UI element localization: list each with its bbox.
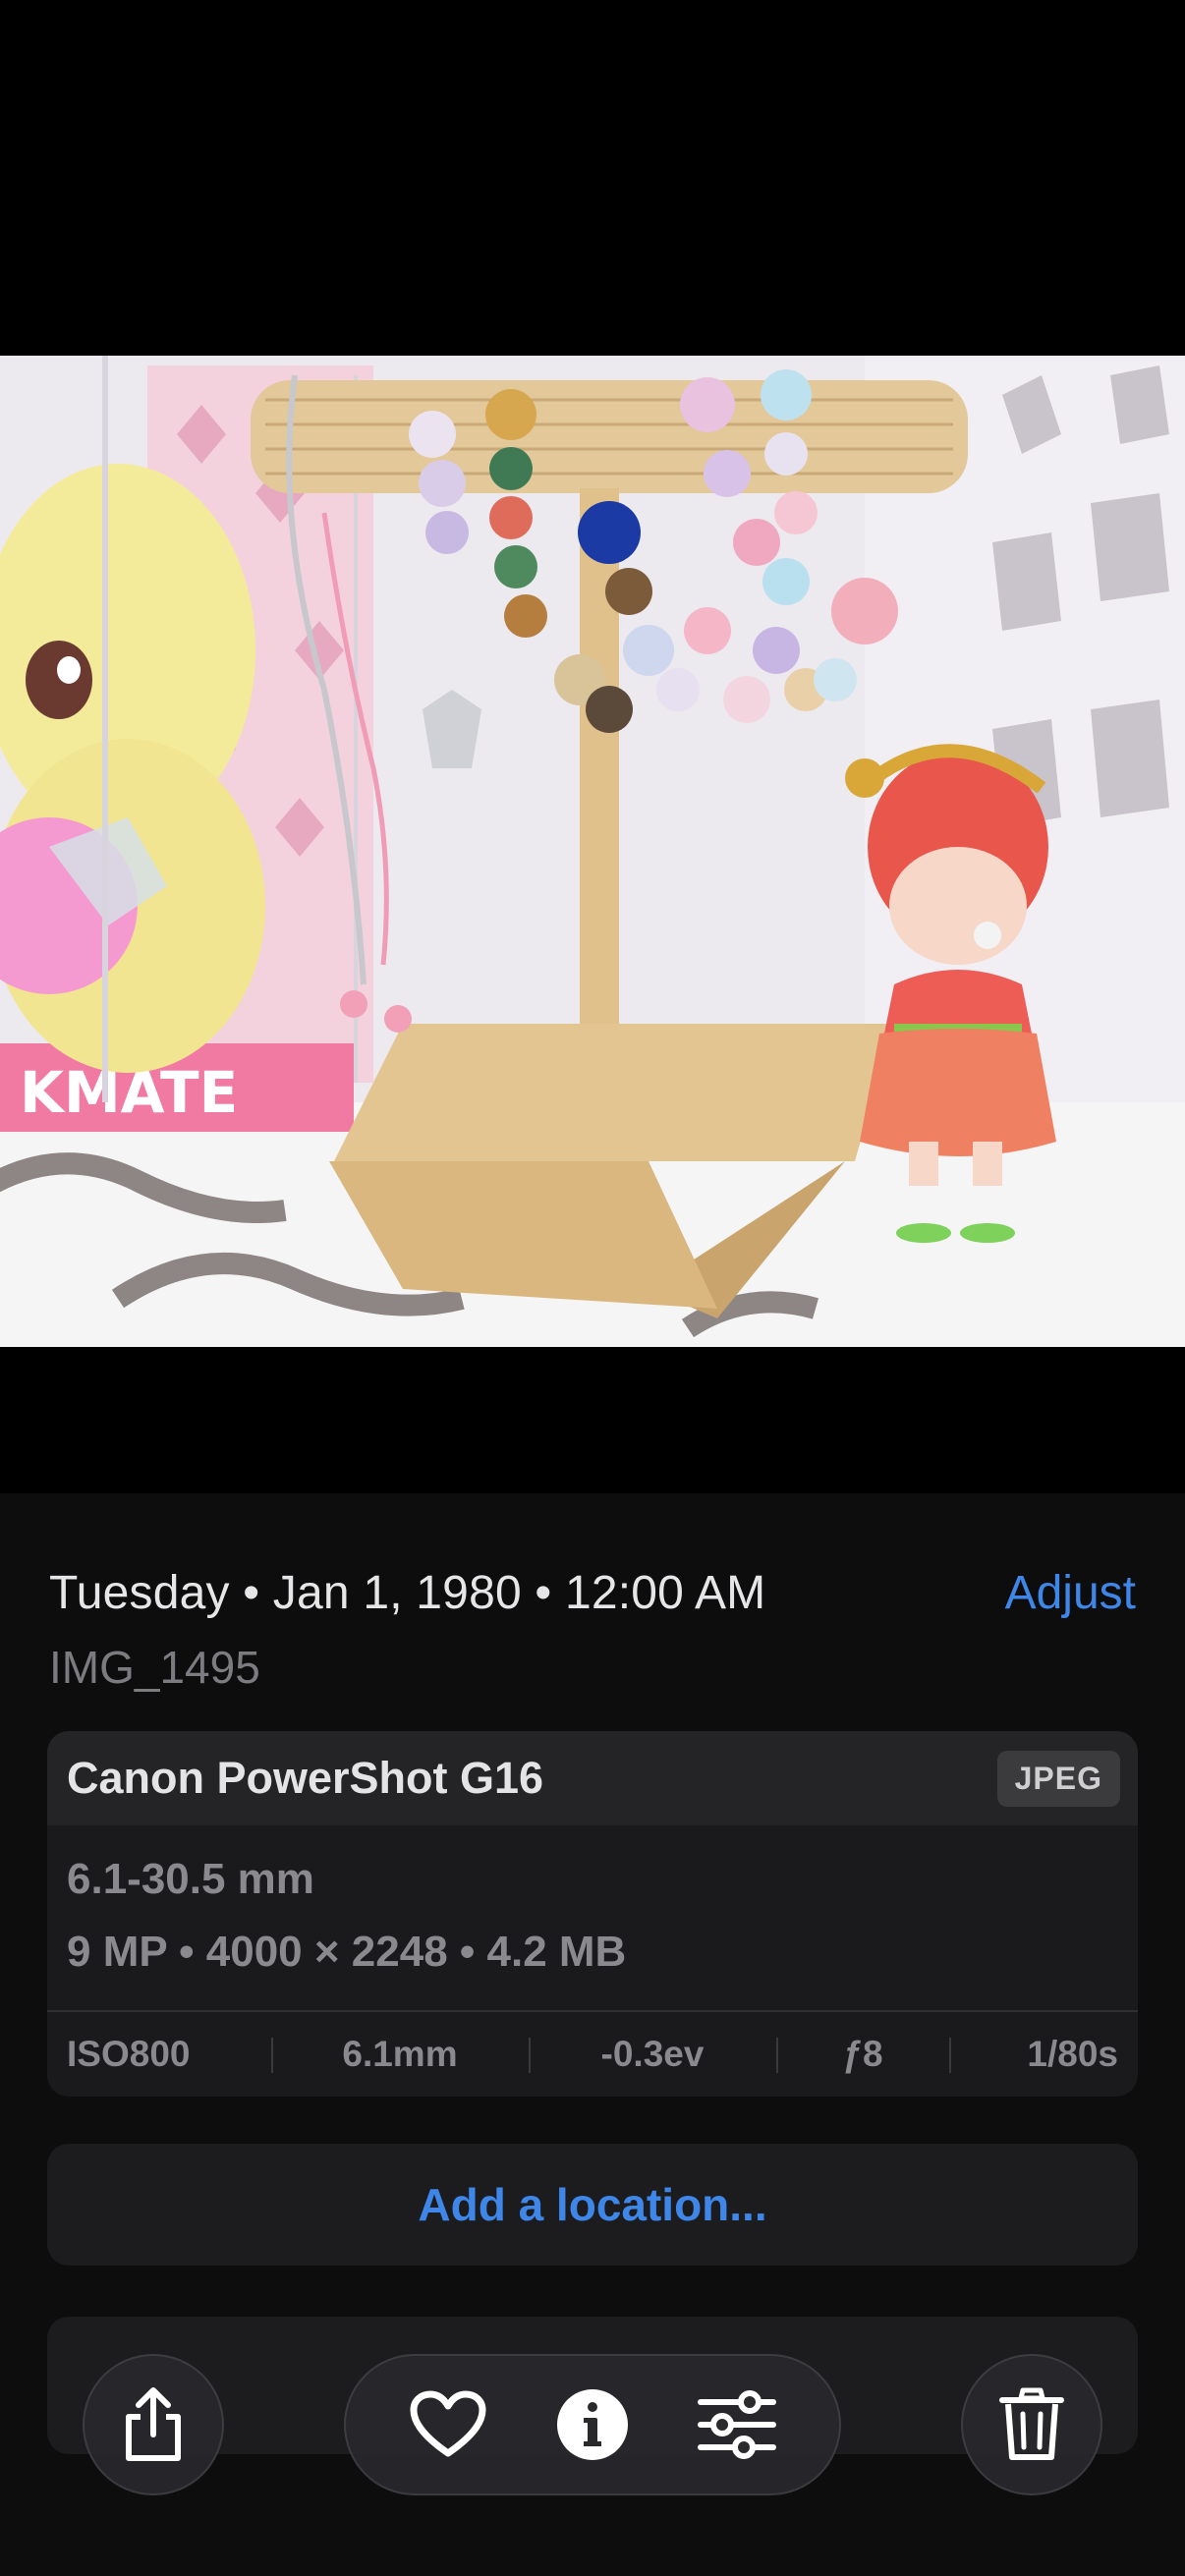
heart-icon bbox=[410, 2390, 486, 2457]
info-button[interactable] bbox=[543, 2376, 642, 2474]
share-icon bbox=[126, 2387, 181, 2461]
exposure-value: -0.3ev bbox=[529, 2012, 776, 2097]
exif-details: 6.1-30.5 mm 9 MP • 4000 × 2248 • 4.2 MB bbox=[47, 1825, 1138, 2012]
sliders-icon bbox=[698, 2390, 777, 2459]
date-row: Tuesday • Jan 1, 1980 • 12:00 AM Adjust bbox=[49, 1560, 1136, 1625]
photo-image[interactable]: KMATE bbox=[0, 356, 1185, 1347]
photo-viewer[interactable]: KMATE bbox=[0, 0, 1185, 1493]
favorite-button[interactable] bbox=[399, 2376, 497, 2474]
format-badge: JPEG bbox=[996, 1750, 1120, 1807]
photo-actions-pill bbox=[344, 2354, 841, 2495]
exif-stats: ISO800 6.1mm -0.3ev ƒ8 1/80s bbox=[47, 2012, 1138, 2097]
aperture-value: ƒ8 bbox=[776, 2012, 949, 2097]
delete-button[interactable] bbox=[961, 2354, 1102, 2495]
iso-value: ISO800 bbox=[67, 2034, 191, 2074]
photo-filename: IMG_1495 bbox=[49, 1642, 260, 1693]
share-button[interactable] bbox=[83, 2354, 224, 2495]
trash-icon bbox=[999, 2387, 1064, 2460]
info-icon bbox=[556, 2389, 628, 2460]
exif-card: Canon PowerShot G16 JPEG 6.1-30.5 mm 9 M… bbox=[47, 1731, 1138, 2097]
adjust-date-button[interactable]: Adjust bbox=[1005, 1566, 1136, 1620]
image-specs: 9 MP • 4000 × 2248 • 4.2 MB bbox=[67, 1928, 627, 1976]
lens-info: 6.1-30.5 mm bbox=[67, 1855, 314, 1903]
shutter-value: 1/80s bbox=[949, 2012, 1138, 2097]
camera-model: Canon PowerShot G16 bbox=[67, 1753, 544, 1803]
focal-length-value: 6.1mm bbox=[271, 2012, 529, 2097]
photo-illustration: KMATE bbox=[0, 356, 1185, 1347]
photo-date: Tuesday • Jan 1, 1980 • 12:00 AM bbox=[49, 1566, 766, 1619]
adjust-button[interactable] bbox=[688, 2376, 786, 2474]
exif-header: Canon PowerShot G16 JPEG bbox=[47, 1731, 1138, 1825]
add-location-button[interactable]: Add a location... bbox=[47, 2144, 1138, 2266]
